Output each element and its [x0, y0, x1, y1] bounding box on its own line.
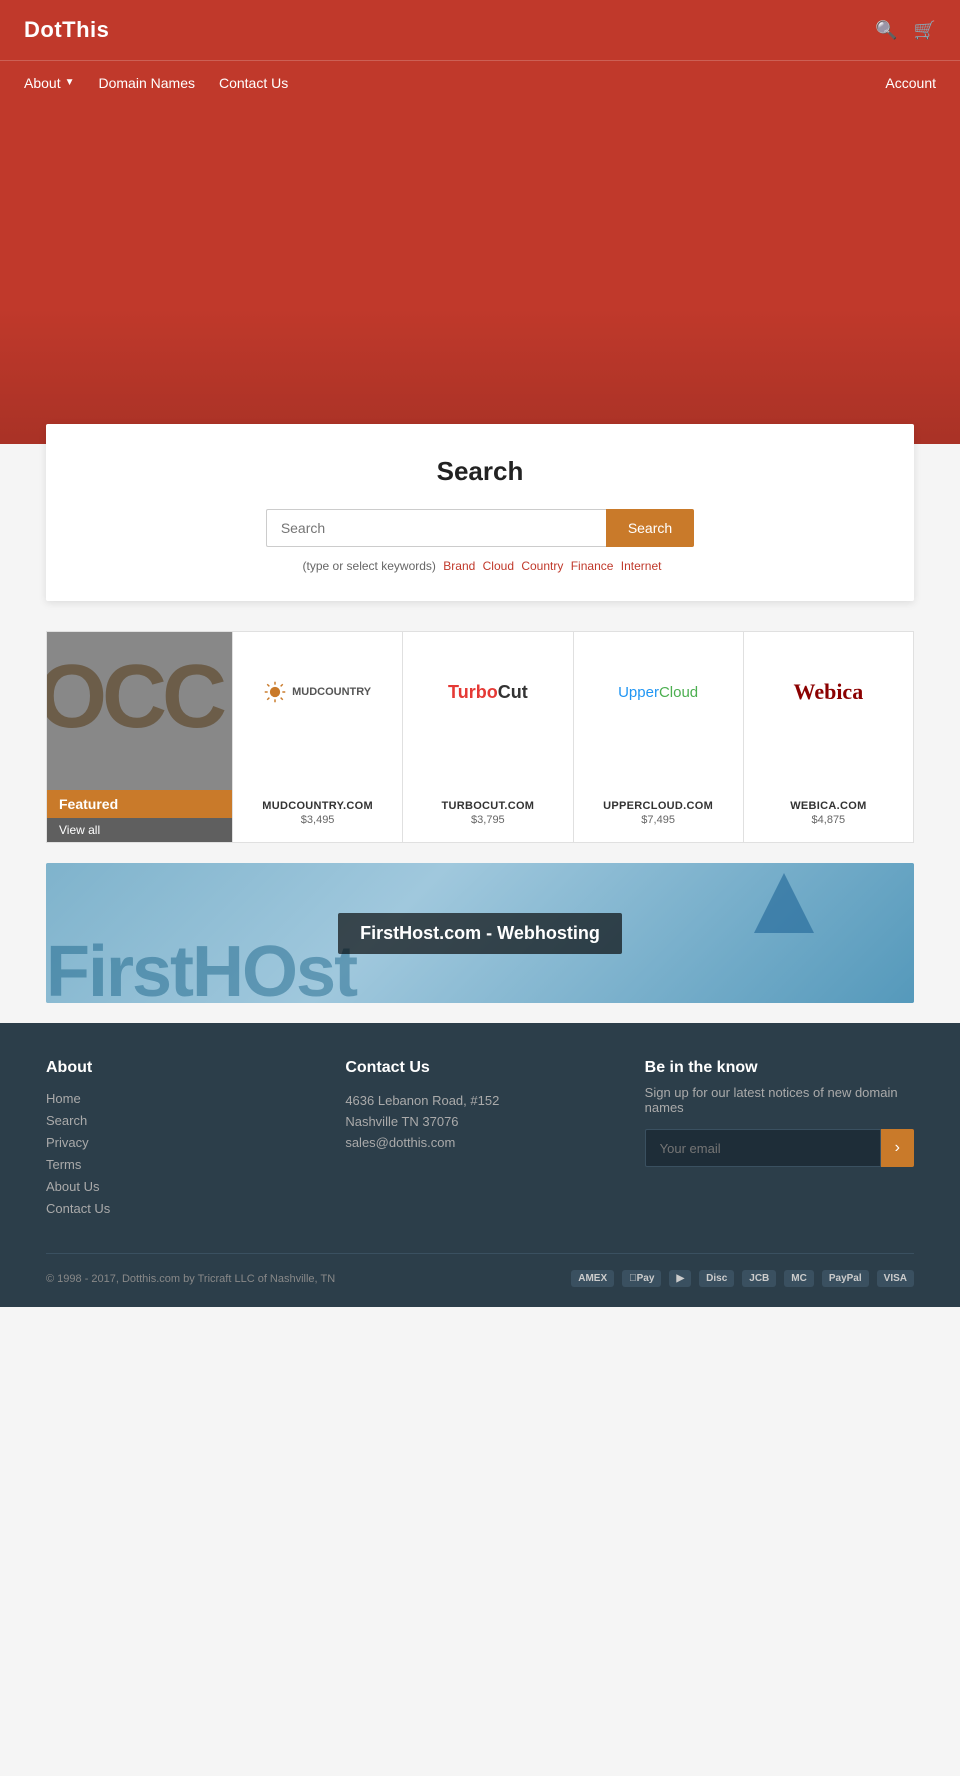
footer-contact: Contact Us 4636 Lebanon Road, #152 Nashv…	[345, 1059, 614, 1223]
domain-card-turbocut[interactable]: TurboCut TURBOCUT.COM $3,795	[403, 632, 573, 842]
banner-section[interactable]: FirstHOst FirstHost.com - Webhosting	[46, 863, 914, 1003]
footer-link-home[interactable]: Home	[46, 1091, 315, 1106]
footer-link-privacy[interactable]: Privacy	[46, 1135, 315, 1150]
nav-bar: About ▼ Domain Names Contact Us Account	[0, 60, 960, 104]
search-icon[interactable]: 🔍	[875, 20, 897, 41]
search-title: Search	[70, 456, 890, 487]
footer: About Home Search Privacy Terms About Us…	[0, 1023, 960, 1307]
domain-logo-mudcountry: MUDCOUNTRY	[243, 652, 392, 732]
footer-grid: About Home Search Privacy Terms About Us…	[46, 1059, 914, 1223]
chevron-down-icon: ▼	[65, 77, 75, 88]
keyword-brand[interactable]: Brand	[443, 559, 475, 573]
featured-label: Featured	[47, 790, 232, 818]
cart-icon[interactable]: 🛒	[914, 20, 936, 41]
domain-price: $4,875	[790, 814, 866, 826]
featured-bg-text: OCC	[47, 652, 222, 742]
nav-left: About ▼ Domain Names Contact Us	[24, 75, 288, 91]
search-section: Search Search (type or select keywords) …	[46, 424, 914, 601]
domain-price: $3,795	[441, 814, 534, 826]
nav-contact-us[interactable]: Contact Us	[219, 75, 288, 91]
nav-right: Account	[885, 75, 936, 91]
footer-email-input[interactable]	[645, 1129, 881, 1167]
domain-card-webica[interactable]: Webica WEBICA.COM $4,875	[744, 632, 913, 842]
footer-copyright: © 1998 - 2017, Dotthis.com by Tricraft L…	[46, 1273, 335, 1285]
footer-subscribe-button[interactable]: ›	[881, 1129, 914, 1167]
products-section: OCC Featured View all	[46, 631, 914, 843]
products-grid: OCC Featured View all	[46, 631, 914, 843]
domain-info-uppercloud: UPPERCLOUD.COM $7,495	[603, 800, 713, 826]
banner-arrow-icon	[754, 873, 814, 933]
domain-name: UPPERCLOUD.COM	[603, 800, 713, 812]
payment-discover: Disc	[699, 1270, 734, 1287]
footer-link-about-us[interactable]: About Us	[46, 1179, 315, 1194]
hero-banner	[0, 104, 960, 444]
footer-link-terms[interactable]: Terms	[46, 1157, 315, 1172]
search-row: Search	[70, 509, 890, 547]
domain-name: MUDCOUNTRY.COM	[262, 800, 373, 812]
nav-about[interactable]: About ▼	[24, 75, 75, 91]
keyword-country[interactable]: Country	[521, 559, 563, 573]
footer-email-row: ›	[645, 1129, 914, 1167]
header-top: DotThis 🔍 🛒	[0, 0, 960, 60]
featured-card: OCC Featured View all	[47, 632, 232, 842]
footer-subscribe: Be in the know Sign up for our latest no…	[645, 1059, 914, 1223]
footer-address-line1: 4636 Lebanon Road, #152	[345, 1091, 614, 1112]
header-icons: 🔍 🛒	[875, 20, 936, 41]
domain-card-uppercloud[interactable]: UpperCloud UPPERCLOUD.COM $7,495	[574, 632, 744, 842]
nav-domain-names[interactable]: Domain Names	[99, 75, 195, 91]
footer-link-search[interactable]: Search	[46, 1113, 315, 1128]
payment-visa: VISA	[877, 1270, 914, 1287]
payment-diners: ▶	[669, 1270, 691, 1287]
search-input[interactable]	[266, 509, 606, 547]
domain-cards: MUDCOUNTRY MUDCOUNTRY.COM $3,495 TurboCu…	[232, 632, 913, 842]
domain-logo-uppercloud: UpperCloud	[584, 652, 733, 732]
domain-info-turbocut: TURBOCUT.COM $3,795	[441, 800, 534, 826]
payment-amex: AMEX	[571, 1270, 614, 1287]
domain-logo-turbocut: TurboCut	[413, 652, 562, 732]
domain-card-mudcountry[interactable]: MUDCOUNTRY MUDCOUNTRY.COM $3,495	[233, 632, 403, 842]
keyword-cloud[interactable]: Cloud	[483, 559, 514, 573]
search-button[interactable]: Search	[606, 509, 694, 547]
payment-mastercard: MC	[784, 1270, 814, 1287]
keyword-internet[interactable]: Internet	[621, 559, 662, 573]
featured-view-all[interactable]: View all	[47, 818, 232, 842]
search-keywords: (type or select keywords) Brand Cloud Co…	[70, 559, 890, 573]
payment-paypal: PayPal	[822, 1270, 869, 1287]
payment-jcb: JCB	[742, 1270, 776, 1287]
banner-bg-text: FirstHOst	[46, 931, 356, 1003]
footer-address-line2: Nashville TN 37076	[345, 1112, 614, 1133]
domain-logo-webica: Webica	[754, 652, 903, 732]
footer-about-title: About	[46, 1059, 315, 1077]
banner-title: FirstHost.com - Webhosting	[338, 913, 622, 954]
footer-about: About Home Search Privacy Terms About Us…	[46, 1059, 315, 1223]
footer-link-contact-us[interactable]: Contact Us	[46, 1201, 315, 1216]
domain-info-mudcountry: MUDCOUNTRY.COM $3,495	[262, 800, 373, 826]
domain-name: WEBICA.COM	[790, 800, 866, 812]
payment-applepay: Pay	[622, 1270, 661, 1287]
site-logo[interactable]: DotThis	[24, 17, 109, 43]
domain-price: $3,495	[262, 814, 373, 826]
footer-bottom: © 1998 - 2017, Dotthis.com by Tricraft L…	[46, 1253, 914, 1287]
sun-icon	[264, 681, 286, 703]
footer-email: sales@dotthis.com	[345, 1133, 614, 1154]
footer-subscribe-title: Be in the know	[645, 1059, 914, 1077]
domain-info-webica: WEBICA.COM $4,875	[790, 800, 866, 826]
footer-contact-title: Contact Us	[345, 1059, 614, 1077]
domain-name: TURBOCUT.COM	[441, 800, 534, 812]
footer-subscribe-text: Sign up for our latest notices of new do…	[645, 1085, 914, 1115]
payment-icons: AMEX Pay ▶ Disc JCB MC PayPal VISA	[571, 1270, 914, 1287]
domain-price: $7,495	[603, 814, 713, 826]
keyword-finance[interactable]: Finance	[571, 559, 614, 573]
nav-account[interactable]: Account	[885, 75, 936, 91]
